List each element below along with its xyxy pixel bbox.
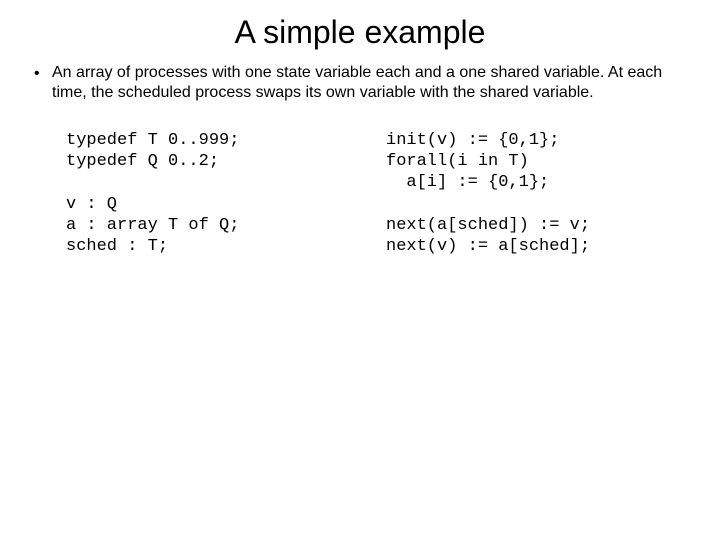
code-block-left: typedef T 0..999; typedef Q 0..2; v : Q … <box>66 130 386 258</box>
bullet-item: • An array of processes with one state v… <box>34 63 686 104</box>
bullet-marker: • <box>34 63 52 84</box>
slide-title: A simple example <box>0 0 720 63</box>
code-columns: typedef T 0..999; typedef Q 0..2; v : Q … <box>34 130 686 258</box>
slide: A simple example • An array of processes… <box>0 0 720 540</box>
bullet-text: An array of processes with one state var… <box>52 63 686 104</box>
slide-body: • An array of processes with one state v… <box>0 63 720 257</box>
code-block-right: init(v) := {0,1}; forall(i in T) a[i] :=… <box>386 130 686 258</box>
